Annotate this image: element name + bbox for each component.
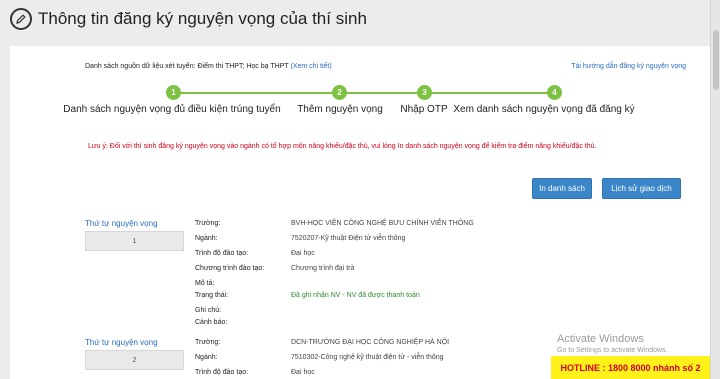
order-label: Thứ tự nguyện vọng (85, 219, 158, 228)
watermark-subtitle: Go to Settings to activate Windows. (557, 347, 668, 354)
download-guide-link[interactable]: Tải hướng dẫn đăng ký nguyện vọng (571, 63, 686, 70)
note-label: Ghi chú: (195, 307, 222, 314)
school-value: DCN-TRƯỜNG ĐẠI HỌC CÔNG NGHIỆP HÀ NỘI (291, 339, 450, 346)
steps-progress-line (173, 92, 555, 94)
step-4-circle: 4 (547, 85, 562, 100)
edit-icon (10, 8, 32, 30)
major-label: Ngành: (195, 354, 218, 361)
page-header: Thông tin đăng ký nguyện vọng của thí si… (0, 0, 710, 38)
alert-label: Cảnh báo: (195, 319, 228, 326)
level-value: Đại học (291, 369, 315, 376)
step-4-label[interactable]: Xem danh sách nguyện vọng đã đăng ký (453, 104, 634, 115)
scrollbar-thumb[interactable] (713, 30, 719, 90)
level-label: Trình độ đào tạo: (195, 369, 249, 376)
school-label: Trường: (195, 339, 221, 346)
transaction-history-button[interactable]: Lịch sử giao dịch (602, 178, 681, 199)
major-label: Ngành: (195, 235, 218, 242)
status-label: Trạng thái: (195, 292, 229, 299)
major-value: 7510302-Công nghệ kỹ thuật điện tử - viễ… (291, 354, 444, 361)
order-number-field[interactable]: 2 (85, 350, 184, 370)
program-label: Chương trình đào tạo: (195, 265, 265, 272)
main-panel: Danh sách nguồn dữ liệu xét tuyển: Điểm … (10, 46, 710, 379)
description-label: Mô tả: (195, 280, 215, 287)
program-value: Chương trình đại trà (291, 265, 355, 272)
step-1-circle: 1 (166, 85, 181, 100)
status-value: Đã ghi nhận NV - NV đã được thanh toán (291, 292, 420, 299)
level-value: Đại học (291, 250, 315, 257)
order-label: Thứ tự nguyện vọng (85, 338, 158, 347)
step-3-circle: 3 (417, 85, 432, 100)
school-label: Trường: (195, 220, 221, 227)
major-value: 7520207-Kỹ thuật Điện tử viễn thông (291, 235, 406, 242)
hotline-banner: HOTLINE : 1800 8000 nhánh số 2 (551, 356, 710, 379)
windows-activation-watermark: Activate Windows Go to Settings to activ… (557, 333, 668, 354)
data-source-line: Danh sách nguồn dữ liệu xét tuyển: Điểm … (85, 63, 332, 70)
data-source-text: Danh sách nguồn dữ liệu xét tuyển: Điểm … (85, 63, 289, 70)
view-detail-link[interactable]: (Xem chi tiết) (290, 63, 331, 70)
step-1-label[interactable]: Danh sách nguyện vọng đủ điều kiện trúng… (63, 104, 280, 115)
watermark-title: Activate Windows (557, 333, 644, 345)
vertical-scrollbar[interactable] (710, 0, 720, 379)
school-value: BVH-HỌC VIỆN CÔNG NGHỆ BƯU CHÍNH VIỄN TH… (291, 220, 474, 227)
step-3-label[interactable]: Nhập OTP (400, 104, 447, 115)
warning-note: Lưu ý: Đối với thí sinh đăng ký nguyện v… (88, 143, 597, 150)
step-2-circle: 2 (332, 85, 347, 100)
level-label: Trình độ đào tạo: (195, 250, 249, 257)
step-2-label[interactable]: Thêm nguyện vọng (297, 104, 383, 115)
page-title: Thông tin đăng ký nguyện vọng của thí si… (38, 9, 367, 28)
order-number-field[interactable]: 1 (85, 231, 184, 251)
print-list-button[interactable]: In danh sách (532, 178, 592, 199)
